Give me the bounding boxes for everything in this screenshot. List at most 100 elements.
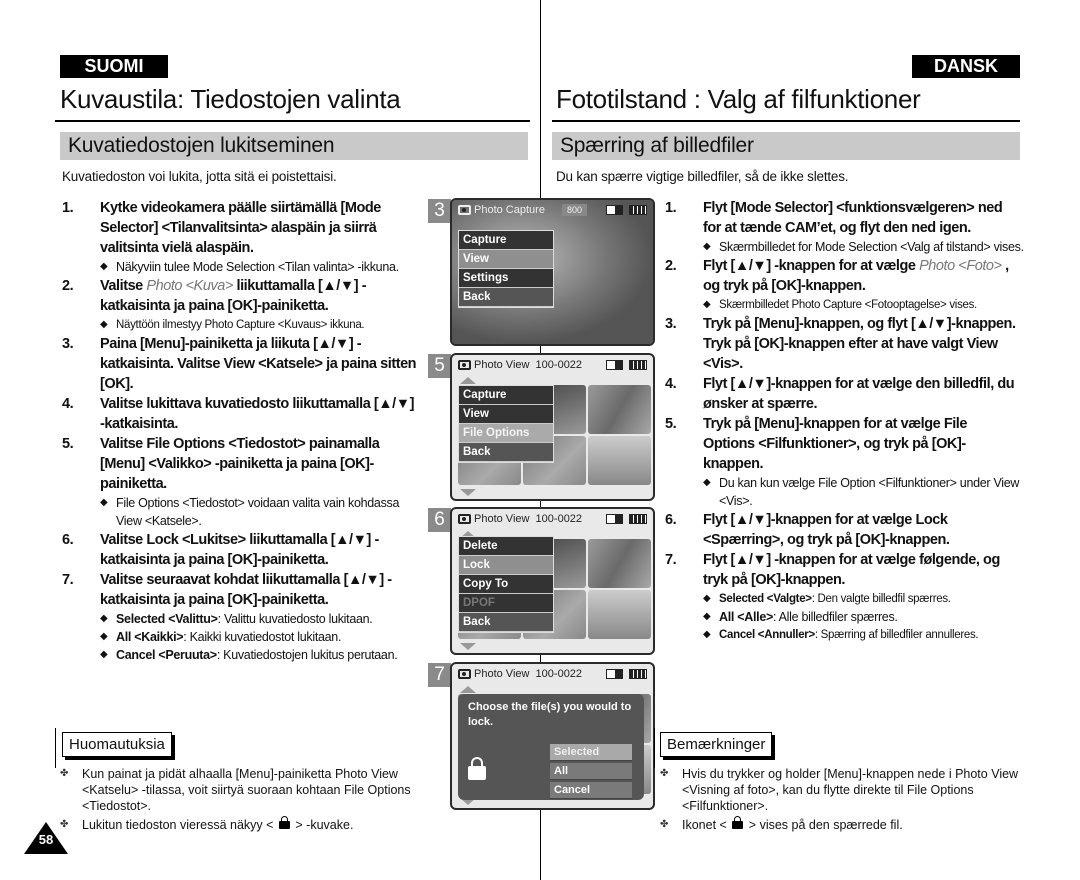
step-notes: ◆ File Options <Tiedostot> voidaan valita… — [62, 494, 422, 530]
menu-item-dpof: DPOF — [459, 594, 553, 613]
menu-item-back[interactable]: Back — [459, 288, 553, 307]
notes-title-fi: Huomautuksia — [62, 732, 172, 757]
section-header-fi: Kuvatiedostojen lukitseminen — [60, 132, 528, 160]
screen-photo-capture: Photo Capture 800 Capture View Settings … — [450, 198, 655, 346]
menu-item-file-options[interactable]: File Options — [459, 424, 553, 443]
step-number: 3. — [62, 336, 74, 352]
step-text: Flyt [▲/▼]-knappen for at vælge den bill… — [703, 374, 1021, 414]
step-number: 6. — [62, 532, 74, 548]
lock-dialog: Choose the file(s) you would to lock. Se… — [458, 694, 644, 800]
note-text: Skærmbilledet Photo Capture <Fotooptagel… — [719, 296, 977, 314]
diamond-bullet-icon: ◆ — [703, 629, 711, 640]
option-description: Näkyviin tulee Mode Selection <Tilan val… — [116, 260, 399, 274]
scroll-up-arrow-icon[interactable] — [460, 686, 476, 693]
step-text: Kytke videokamera päälle siirtämällä [Mo… — [100, 198, 418, 258]
thumbnail[interactable] — [588, 590, 651, 639]
thumbnail[interactable] — [588, 385, 651, 434]
step-number: 4. — [665, 376, 677, 392]
title-rule-left — [55, 120, 530, 122]
step-text: Tryk på [Menu]-knappen for at vælge File… — [703, 414, 1021, 474]
cancel-button[interactable]: Cancel — [550, 782, 632, 799]
note-text: File Options <Tiedostot> voidaan valita … — [116, 494, 422, 530]
notes-title-da: Bemærkninger — [660, 732, 773, 757]
step-notes: ◆ Skærmbilledet for Mode Selection <Valg … — [665, 238, 1025, 256]
screen-file-options-menu: Photo View 100-0022 Delete Lock Copy To … — [450, 507, 655, 655]
bullet-icon: ✤ — [660, 768, 669, 779]
step-text-part: Valitse lukittava kuvatiedosto liikuttam… — [100, 396, 415, 432]
title-rule-right — [552, 120, 1020, 122]
step-text-part: Flyt [▲/▼]-knappen for at vælge Lock <Sp… — [703, 512, 950, 548]
thumbnail[interactable] — [588, 436, 651, 485]
option-label: Cancel <Peruuta> — [116, 648, 217, 662]
notes-bracket — [55, 728, 56, 768]
camera-icon — [458, 669, 471, 679]
diamond-bullet-icon: ◆ — [703, 593, 711, 604]
step-item: 3. Paina [Menu]-painiketta ja liikuta [▲/… — [62, 334, 422, 394]
step-number: 6. — [665, 512, 677, 528]
page-title-fi: Kuvaustila: Tiedostojen valinta — [60, 84, 401, 114]
photo-capture-menu: Capture View Settings Back — [458, 230, 554, 308]
step-item: 2. Valitse Photo <Kuva> liikuttamalla [▲/… — [62, 276, 422, 316]
note-text: Hvis du trykker og holder [Menu]-knappen… — [682, 767, 1019, 813]
page-number: 58 — [38, 832, 54, 847]
step-text: Valitse Lock <Lukitse> liikuttamalla [▲/… — [100, 530, 418, 570]
menu-item-back[interactable]: Back — [459, 613, 553, 632]
diamond-bullet-icon: ◆ — [100, 261, 108, 272]
note-text-pre: Ikonet < — [682, 818, 727, 832]
menu-item-view[interactable]: View — [459, 250, 553, 269]
scroll-down-arrow-icon[interactable] — [460, 643, 476, 650]
step-item: 2. Flyt [▲/▼] -knappen for at vælge Photo… — [665, 256, 1025, 296]
scroll-down-arrow-icon[interactable] — [460, 489, 476, 496]
option-label: Cancel <Annuller> — [719, 629, 815, 641]
file-options-menu: Delete Lock Copy To DPOF Back — [458, 536, 554, 633]
step-number: 5. — [62, 436, 74, 452]
step-text-part: Tryk på [Menu]-knappen for at vælge File… — [703, 416, 967, 472]
menu-item-capture[interactable]: Capture — [459, 231, 553, 250]
internal-memory-icon — [606, 669, 623, 679]
step-note: ◆ Cancel <Peruuta>: Kuvatiedostojen lukit… — [100, 646, 422, 664]
lock-icon — [278, 816, 290, 829]
internal-memory-icon — [606, 205, 623, 215]
photo-view-menu: Capture View File Options Back — [458, 385, 554, 463]
battery-icon — [629, 205, 647, 215]
diamond-bullet-icon: ◆ — [100, 631, 108, 642]
menu-item-lock[interactable]: Lock — [459, 556, 553, 575]
step-note: ◆ Selected <Valittu>: Valittu kuvatiedost… — [100, 610, 422, 628]
step-item: 7. Valitse seuraavat kohdat liikuttamalla… — [62, 570, 422, 610]
step-item: 6. Flyt [▲/▼]-knappen for at vælge Lock <… — [665, 510, 1025, 550]
diamond-bullet-icon: ◆ — [703, 241, 711, 252]
step-number: 4. — [62, 396, 74, 412]
option-label: All <Kaikki> — [116, 630, 184, 644]
step-item: 3. Tryk på [Menu]-knappen, og flyt [▲/▼]-… — [665, 314, 1025, 374]
menu-item-settings[interactable]: Settings — [459, 269, 553, 288]
menu-item-back[interactable]: Back — [459, 443, 553, 462]
step-text: Flyt [Mode Selector] <funktionsvælgeren>… — [703, 198, 1021, 238]
step-number: 3. — [665, 316, 677, 332]
thumbnail[interactable] — [588, 539, 651, 588]
screen-mode-label: Photo View 100-0022 — [474, 668, 583, 680]
step-item: 5. Tryk på [Menu]-knappen for at vælge Fi… — [665, 414, 1025, 474]
step-notes: ◆ Näyttöön ilmestyy Photo Capture <Kuvaus… — [62, 316, 422, 334]
screen-step-number: 6 — [428, 508, 451, 532]
step-item: 6. Valitse Lock <Lukitse> liikuttamalla [… — [62, 530, 422, 570]
step-note: ◆ Skærmbilledet Photo Capture <Fotooptage… — [703, 296, 1025, 314]
note-text: Selected <Valittu>: Valittu kuvatiedosto… — [116, 610, 373, 628]
screen-header: Photo View 100-0022 — [452, 509, 653, 529]
all-button[interactable]: All — [550, 763, 632, 780]
intro-text-da: Du kan spærre vigtige billedfiler, så de… — [556, 169, 849, 184]
note-item: ✤ Lukitun tiedoston vieressä näkyy < > -k… — [60, 816, 430, 833]
note-text: Selected <Valgte>: Den valgte billedfil … — [719, 590, 951, 608]
option-description: Du kan kun vælge File Option <Filfunktio… — [719, 476, 1020, 508]
menu-item-view[interactable]: View — [459, 405, 553, 424]
menu-item-delete[interactable]: Delete — [459, 537, 553, 556]
screen-photo-view-menu: Photo View 100-0022 Capture View File Op… — [450, 353, 655, 501]
selected-button[interactable]: Selected — [550, 744, 632, 761]
screen-step-number: 7 — [428, 663, 451, 687]
note-text: Cancel <Annuller>: Spærring af billedfil… — [719, 626, 979, 644]
diamond-bullet-icon: ◆ — [100, 319, 108, 330]
internal-memory-icon — [606, 514, 623, 524]
menu-item-copy-to[interactable]: Copy To — [459, 575, 553, 594]
step-text: Valitse File Options <Tiedostot> painama… — [100, 434, 418, 494]
menu-item-capture[interactable]: Capture — [459, 386, 553, 405]
scroll-up-arrow-icon[interactable] — [460, 377, 476, 384]
